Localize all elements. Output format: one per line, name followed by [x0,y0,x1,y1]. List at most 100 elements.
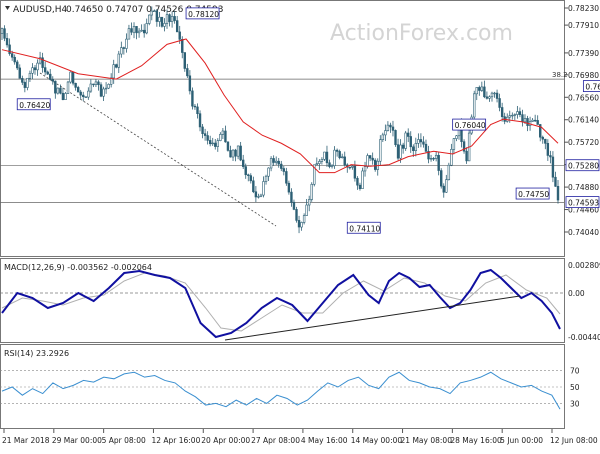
level-label: 0.74593 [568,199,599,208]
x-tick-label: 21 Mar 2018 [2,436,50,445]
candle-body [127,28,131,40]
candle-body [335,149,339,152]
price-tick-label: 0.74040 [568,228,599,237]
candle-body [211,142,214,145]
candle-body [483,86,486,98]
candle-body [132,26,136,33]
candle-body [219,134,222,141]
candle-body [485,96,489,99]
candle-body [437,154,440,171]
candle-body [323,151,326,160]
candle-body [361,170,364,189]
candle-body [465,150,468,162]
candle-body [490,92,494,98]
candle-body [153,10,156,12]
candle-body [71,71,75,84]
price-tick-label: 0.76560 [568,93,599,102]
rsi-tick-label: 50 [570,383,580,392]
candle-body [480,86,484,91]
candle-body [305,204,308,216]
price-label: 0.76760 [585,83,600,92]
candle-body [13,56,16,63]
candle-body [272,158,275,163]
candle-body [241,159,245,167]
candle-body [97,81,100,85]
candle-body [145,23,148,34]
candle-body [158,16,161,22]
candle-body [59,87,62,94]
candle-body [297,220,301,228]
candle-body [94,81,98,85]
candle-body [295,209,298,221]
candle-body [267,167,270,177]
candle-body [122,47,126,49]
candle-body [333,149,336,167]
price-tick-label: 0.77910 [568,21,599,30]
candle-body [28,72,32,79]
watermark: ActionForex.com [330,21,513,46]
candle-body [76,87,80,93]
candle-body [500,107,504,117]
x-tick-label: 14 May 00:00 [351,436,403,445]
candle-body [84,96,87,98]
x-tick-label: 21 May 08:00 [401,436,453,445]
candle-body [533,119,537,122]
candle-body [226,141,230,151]
candle-body [89,83,93,92]
candle-body [0,28,4,34]
candle-body [175,20,179,33]
candle-body [513,114,517,116]
candle-body [498,98,501,108]
candle-body [531,119,534,122]
price-tick-label: 0.77390 [568,49,599,58]
candle-body [541,136,544,140]
candle-body [201,126,204,134]
candle-body [43,67,47,73]
candle-body [31,67,34,74]
candle-body [328,162,331,167]
candle-body [318,161,321,164]
candle-body [18,67,21,79]
x-tick-label: 12 Apr 16:00 [151,436,200,445]
price-label: 0.78120 [188,10,219,19]
candle-body [447,164,451,180]
candle-body [173,16,176,21]
candle-body [478,87,481,91]
candle-body [224,130,227,143]
macd-tick-label: 0.00 [568,289,585,298]
candle-body [556,186,560,201]
candle-body [300,222,303,228]
rsi-title: RSI(14) 23.2926 [4,349,69,358]
candle-body [549,155,552,158]
candle-body [422,141,425,145]
x-tick-label: 28 May 16:00 [450,436,502,445]
candle-body [518,111,522,115]
candle-body [285,171,288,184]
candle-body [188,75,192,92]
candle-body [264,175,268,182]
candle-body [69,71,72,83]
candle-body [26,77,29,88]
price-tick-label: 0.75720 [568,138,599,147]
candle-body [82,94,85,98]
candle-body [102,88,105,97]
x-axis: 21 Mar 2018 29 Mar 00:00 5 Apr 08:00 12 Apr… [2,429,598,445]
candle-body [450,149,453,166]
rsi-panel-frame [0,344,565,429]
price-tick-label: 0.76980 [568,71,599,80]
candle-body [54,80,57,94]
x-tick-label: 27 Apr 08:00 [251,436,300,445]
candle-body [104,87,108,90]
candle-body [61,92,65,100]
candle-body [191,90,194,107]
candle-body [320,159,324,162]
candle-body [429,158,433,160]
candle-body [442,185,445,193]
candle-body [142,29,146,34]
candle-body [3,28,6,39]
candle-body [407,132,410,137]
candle-body [221,130,225,135]
candle-body [33,67,37,71]
candle-body [64,93,67,100]
candle-body [181,39,184,53]
